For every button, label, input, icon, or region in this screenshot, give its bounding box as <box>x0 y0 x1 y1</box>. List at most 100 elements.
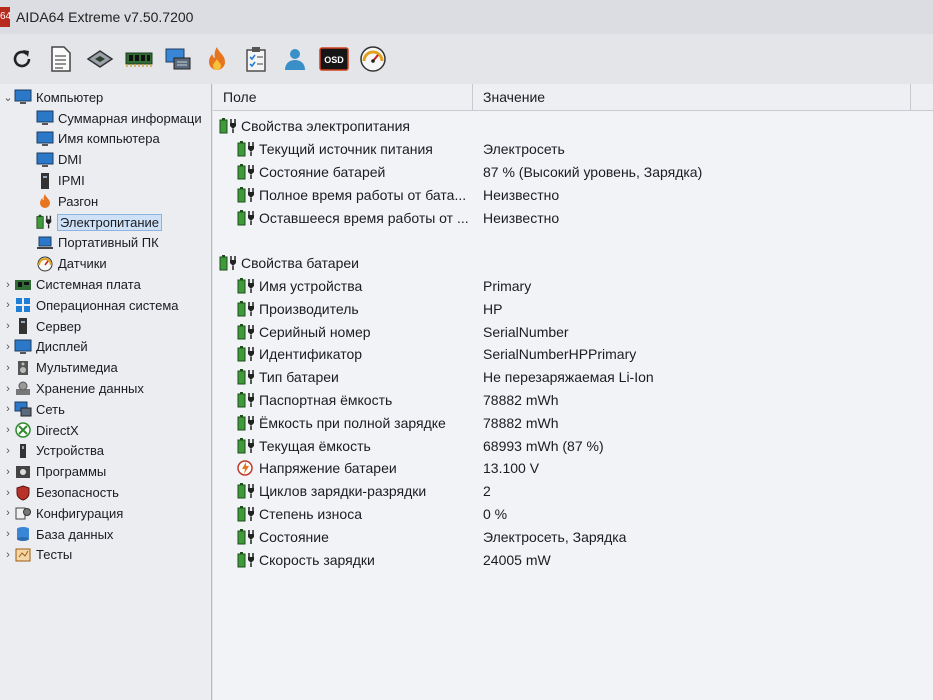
tree-item-security[interactable]: › Безопасность <box>0 482 211 503</box>
tree-item-multimedia[interactable]: › Мультимедиа <box>0 357 211 378</box>
users-button[interactable] <box>279 41 311 77</box>
row-field: Тип батареи <box>259 369 339 386</box>
tree-item-devices[interactable]: › Устройства <box>0 441 211 462</box>
expand-icon[interactable]: › <box>2 466 14 478</box>
row-value: Неизвестно <box>483 209 560 226</box>
expand-icon[interactable]: › <box>2 445 14 457</box>
table-row[interactable]: Паспортная ёмкость 78882 mWh <box>213 389 933 412</box>
memory-button[interactable] <box>123 41 155 77</box>
expand-icon[interactable]: › <box>2 341 14 353</box>
battery-plug-icon <box>237 163 254 180</box>
tree-item-server[interactable]: › Сервер <box>0 316 211 337</box>
table-row[interactable]: Текущая ёмкость 68993 mWh (87 %) <box>213 434 933 457</box>
tree-item-computer[interactable]: ⌄ Компьютер <box>0 87 211 108</box>
row-field: Текущий источник питания <box>259 141 433 158</box>
tree-item-directx[interactable]: › DirectX <box>0 420 211 441</box>
windows-logo-icon <box>14 297 32 313</box>
tree-item-sensors[interactable]: Датчики <box>0 253 211 274</box>
osd-label: OSD <box>324 55 344 65</box>
property-list: Свойства электропитания Текущий источник… <box>213 111 933 571</box>
monitor-icon <box>36 131 54 147</box>
tree-item-display[interactable]: › Дисплей <box>0 337 211 358</box>
row-field: Паспортная ёмкость <box>259 391 393 408</box>
group-header[interactable]: Свойства батареи <box>213 252 933 275</box>
row-value: Не перезаряжаемая Li-Ion <box>483 369 654 386</box>
tree-item-label: Конфигурация <box>36 505 124 521</box>
tree-item-label: Портативный ПК <box>58 235 159 251</box>
table-row[interactable]: Напряжение батареи 13.100 V <box>213 457 933 480</box>
monitor-icon <box>14 339 32 355</box>
tree-item-motherboard[interactable]: › Системная плата <box>0 274 211 295</box>
tree-item-overclock[interactable]: Разгон <box>0 191 211 212</box>
expand-icon[interactable]: › <box>2 403 14 415</box>
tree-item-database[interactable]: › База данных <box>0 524 211 545</box>
table-row[interactable]: Ёмкость при полной зарядке 78882 mWh <box>213 411 933 434</box>
tree-item-programs[interactable]: › Программы <box>0 461 211 482</box>
report-button[interactable] <box>45 41 77 77</box>
table-row[interactable]: Текущий источник питания Электросеть <box>213 138 933 161</box>
scrollbar[interactable] <box>910 84 933 110</box>
expand-icon[interactable]: › <box>2 279 14 291</box>
tree-item-network[interactable]: › Сеть <box>0 399 211 420</box>
battery-plug-icon <box>237 551 254 568</box>
expand-icon[interactable]: › <box>2 549 14 561</box>
table-row[interactable]: Производитель HP <box>213 297 933 320</box>
tree-item-power[interactable]: Электропитание <box>0 212 211 233</box>
speaker-icon <box>14 360 32 376</box>
network-icon <box>14 401 32 417</box>
tree-item-os[interactable]: › Операционная система <box>0 295 211 316</box>
tree-item-storage[interactable]: › Хранение данных <box>0 378 211 399</box>
table-row[interactable]: Тип батареи Не перезаряжаемая Li-Ion <box>213 366 933 389</box>
tree-item-label: Операционная система <box>36 297 179 313</box>
tree-item-config[interactable]: › Конфигурация <box>0 503 211 524</box>
tree-item-label: Дисплей <box>36 339 88 355</box>
expand-icon[interactable]: › <box>2 383 14 395</box>
row-value: 87 % (Высокий уровень, Зарядка) <box>483 163 703 180</box>
sensors-button[interactable] <box>357 41 389 77</box>
battery-plug-icon <box>237 528 254 545</box>
table-row[interactable]: Идентификатор SerialNumberHPPrimary <box>213 343 933 366</box>
table-row[interactable]: Имя устройства Primary <box>213 275 933 298</box>
title-bar: 64 AIDA64 Extreme v7.50.7200 <box>0 0 933 34</box>
tree-item-dmi[interactable]: DMI <box>0 149 211 170</box>
storage-icon <box>14 381 32 397</box>
benchmark-button[interactable] <box>240 41 272 77</box>
row-value: 2 <box>483 483 491 500</box>
collapse-icon[interactable]: ⌄ <box>2 91 14 104</box>
expand-icon[interactable]: › <box>2 487 14 499</box>
tree-item-label: DMI <box>58 152 82 168</box>
table-row[interactable]: Оставшееся время работы от ... Неизвестн… <box>213 206 933 229</box>
column-header-field[interactable]: Поле <box>213 84 473 110</box>
tree-item-computer-name[interactable]: Имя компьютера <box>0 129 211 150</box>
table-row[interactable]: Циклов зарядки-разрядки 2 <box>213 480 933 503</box>
column-header-value[interactable]: Значение <box>473 84 545 110</box>
expand-icon[interactable]: › <box>2 424 14 436</box>
expand-icon[interactable]: › <box>2 507 14 519</box>
refresh-button[interactable] <box>6 41 38 77</box>
table-row[interactable]: Состояние батарей 87 % (Высокий уровень,… <box>213 161 933 184</box>
tree-item-label: Программы <box>36 464 107 480</box>
expand-icon[interactable]: › <box>2 528 14 540</box>
tree-item-summary[interactable]: Суммарная информаци <box>0 108 211 129</box>
table-row[interactable]: Степень износа 0 % <box>213 503 933 526</box>
tree-item-tests[interactable]: › Тесты <box>0 545 211 566</box>
cpu-button[interactable] <box>84 41 116 77</box>
expand-icon[interactable]: › <box>2 299 14 311</box>
row-field: Состояние батарей <box>259 163 386 180</box>
tree-item-label: Суммарная информаци <box>58 110 202 126</box>
network-button[interactable] <box>162 41 194 77</box>
table-row[interactable]: Серийный номер SerialNumber <box>213 320 933 343</box>
tree-item-laptop[interactable]: Портативный ПК <box>0 233 211 254</box>
group-header[interactable]: Свойства электропитания <box>213 115 933 138</box>
expand-icon[interactable]: › <box>2 320 14 332</box>
row-value: Неизвестно <box>483 186 560 203</box>
table-row[interactable]: Скорость зарядки 24005 mW <box>213 548 933 571</box>
expand-icon[interactable]: › <box>2 362 14 374</box>
table-row[interactable]: Состояние Электросеть, Зарядка <box>213 525 933 548</box>
row-value: SerialNumber <box>483 323 569 340</box>
table-row[interactable]: Полное время работы от бата... Неизвестн… <box>213 183 933 206</box>
osd-button[interactable]: OSD <box>318 41 350 77</box>
stability-test-button[interactable] <box>201 41 233 77</box>
tree-item-ipmi[interactable]: IPMI <box>0 170 211 191</box>
xbox-logo-icon <box>14 422 32 438</box>
